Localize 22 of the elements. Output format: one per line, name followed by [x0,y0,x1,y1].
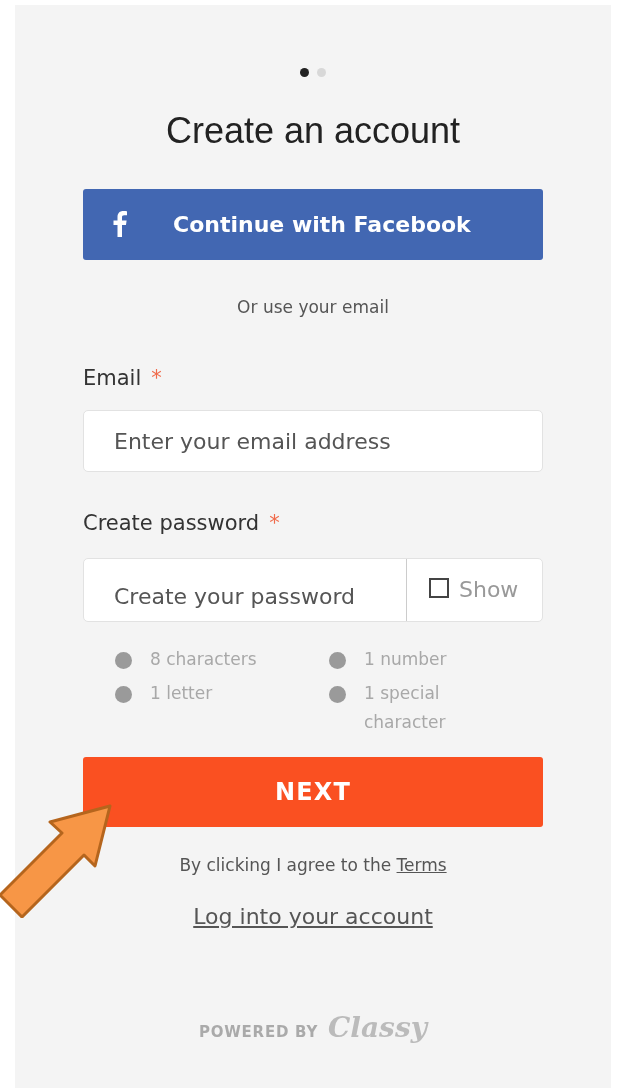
powered-by-text: POWERED BY [199,1021,319,1043]
terms-text: By clicking I agree to the Terms [179,853,447,877]
email-field[interactable]: Enter your email address [83,410,543,472]
show-password-toggle[interactable]: Show [406,558,542,621]
divider-text: Or use your email [237,296,389,319]
requirement-text: 8 characters [150,647,258,671]
next-button[interactable]: NEXT [83,756,543,827]
facebook-button[interactable]: Continue with Facebook [83,189,543,260]
brand-logo: Classy [328,1013,427,1043]
requirement-text: 1 number [364,647,448,671]
password-label: Create password [83,510,260,537]
terms-link[interactable]: Terms [396,854,447,875]
password-field[interactable]: Create your password Show [83,557,543,622]
page-title: Create an account [165,109,461,153]
requirement-text: 1 letter [150,681,214,705]
required-asterisk: * [269,510,280,537]
facebook-icon [113,211,127,237]
required-asterisk: * [151,364,162,392]
login-link[interactable]: Log into your account [193,900,433,933]
checkbox[interactable] [429,577,449,598]
requirement-text: 1 special character [364,681,447,734]
email-label: Email [83,364,142,392]
